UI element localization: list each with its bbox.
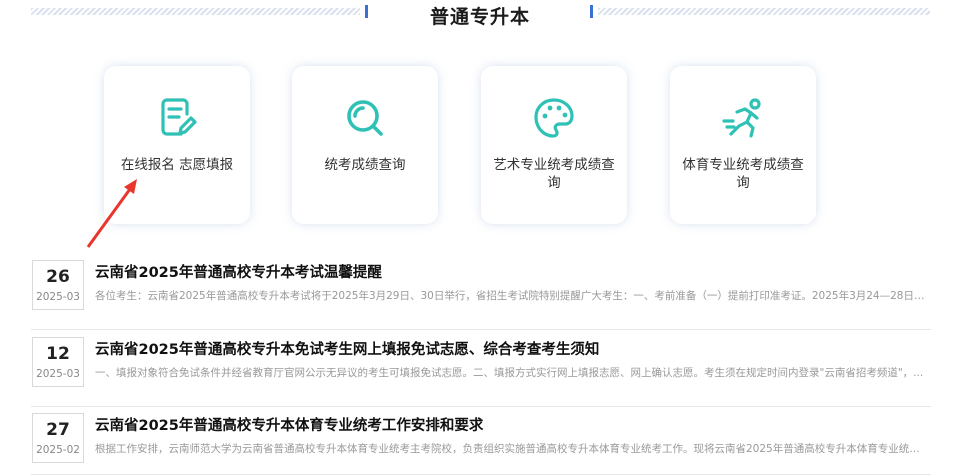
card-exam-score-query[interactable]: 统考成绩查询 bbox=[292, 66, 438, 224]
card-label: 体育专业统考成绩查询 bbox=[682, 157, 804, 191]
card-label: 艺术专业统考成绩查询 bbox=[493, 157, 615, 191]
header-stripe-right bbox=[598, 8, 930, 15]
section-header: 普通专升本 bbox=[0, 0, 976, 30]
card-art-score-query[interactable]: 艺术专业统考成绩查询 bbox=[481, 66, 627, 224]
news-item[interactable]: 26 2025-03 云南省2025年普通高校专升本考试温馨提醒 各位考生：云南… bbox=[31, 258, 931, 330]
news-date: 12 2025-03 bbox=[32, 337, 84, 387]
news-day: 26 bbox=[46, 267, 70, 287]
header-tick-right bbox=[590, 5, 593, 18]
news-day: 27 bbox=[46, 420, 70, 440]
news-summary: 各位考生：云南省2025年普通高校专升本考试将于2025年3月29日、30日举行… bbox=[95, 290, 929, 302]
header-tick-left bbox=[365, 5, 368, 18]
card-label: 在线报名 志愿填报 bbox=[120, 157, 234, 173]
header-stripe-left bbox=[31, 8, 360, 15]
news-year-month: 2025-03 bbox=[36, 291, 80, 303]
card-online-registration[interactable]: 在线报名 志愿填报 bbox=[104, 66, 250, 224]
running-person-icon bbox=[721, 96, 765, 140]
news-year-month: 2025-03 bbox=[36, 368, 80, 380]
section-title: 普通专升本 bbox=[429, 6, 530, 28]
news-year-month: 2025-02 bbox=[36, 444, 80, 456]
palette-icon bbox=[532, 96, 576, 140]
edit-document-icon bbox=[155, 96, 199, 140]
news-summary: 根据工作安排，云南师范大学为云南省普通高校专升本体育专业统考主考院校，负责组织实… bbox=[95, 443, 929, 455]
news-date: 27 2025-02 bbox=[32, 413, 84, 463]
card-sports-score-query[interactable]: 体育专业统考成绩查询 bbox=[670, 66, 816, 224]
card-label: 统考成绩查询 bbox=[324, 157, 406, 173]
news-summary: 一、填报对象符合免试条件并经省教育厅官网公示无异议的考生可填报免试志愿。二、填报… bbox=[95, 367, 924, 379]
search-icon bbox=[343, 96, 387, 140]
news-date: 26 2025-03 bbox=[32, 260, 84, 310]
news-title[interactable]: 云南省2025年普通高校专升本考试温馨提醒 bbox=[95, 261, 931, 282]
news-item[interactable]: 12 2025-03 云南省2025年普通高校专升本免试考生网上填报免试志愿、综… bbox=[31, 335, 931, 407]
news-title[interactable]: 云南省2025年普通高校专升本免试考生网上填报免试志愿、综合考查考生须知 bbox=[95, 338, 931, 359]
news-day: 12 bbox=[46, 344, 70, 364]
news-item[interactable]: 27 2025-02 云南省2025年普通高校专升本体育专业统考工作安排和要求 … bbox=[31, 411, 931, 475]
news-title[interactable]: 云南省2025年普通高校专升本体育专业统考工作安排和要求 bbox=[95, 414, 931, 435]
